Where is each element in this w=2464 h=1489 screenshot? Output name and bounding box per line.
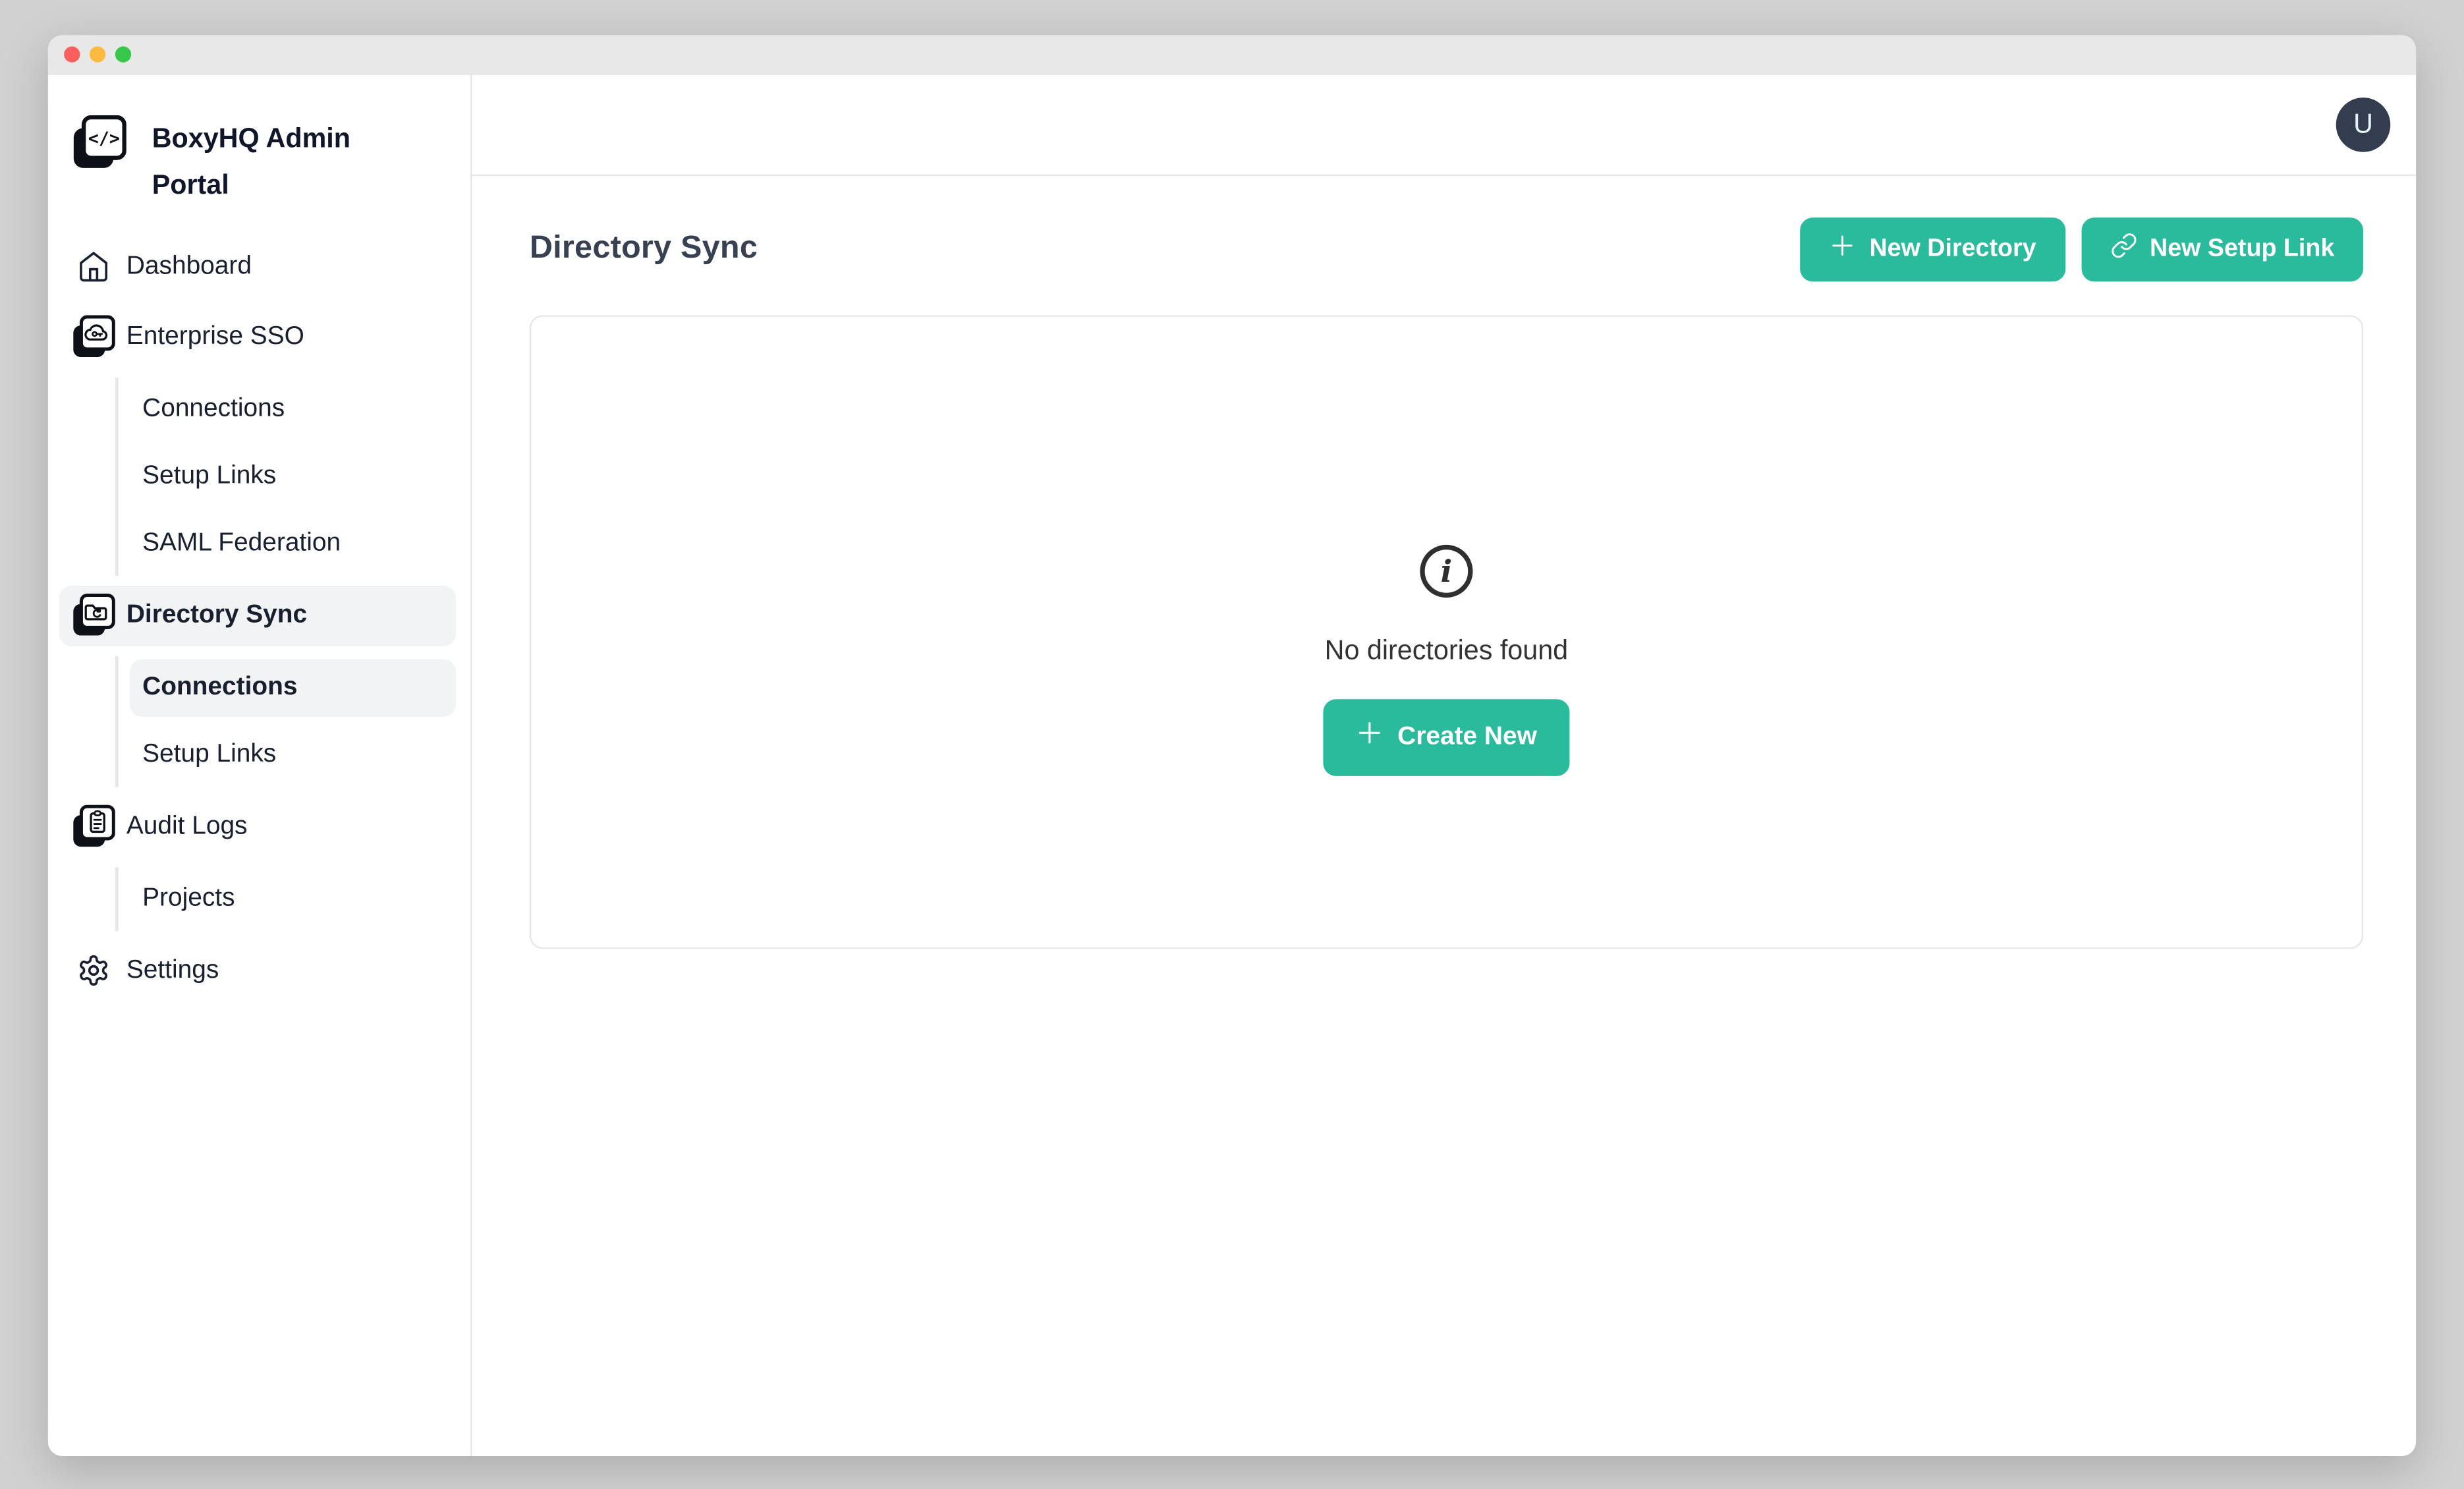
avatar[interactable]: U [2336,97,2391,152]
sidebar: </> BoxyHQ Admin Portal Dashboard [48,74,472,1455]
page-actions: New Directory New Setup Link [1801,217,2363,281]
empty-state-message: No directories found [1325,634,1568,667]
page-title: Directory Sync [530,231,758,267]
sidebar-subgroup-audit-logs: Projects [115,866,456,930]
directory-sync-icon [70,594,115,637]
create-new-button[interactable]: Create New [1324,698,1569,775]
sidebar-item-sso-connections[interactable]: Connections [130,380,456,437]
plus-icon [1830,231,1857,266]
svg-text:i: i [1441,553,1453,588]
sidebar-item-label: Dashboard [126,252,252,281]
sidebar-item-settings[interactable]: Settings [59,940,456,1001]
directories-empty-card: i No directories found Create New [530,314,2363,948]
content: Directory Sync New Directory [472,175,2416,948]
sidebar-item-label: Setup Links [142,462,276,491]
sidebar-nav: Dashboard Enterprise SSO [48,236,470,1001]
sidebar-subgroup-directory-sync: Connections Setup Links [115,655,456,786]
new-directory-label: New Directory [1869,235,2036,264]
page-header: Directory Sync New Directory [530,217,2363,281]
window-titlebar [48,34,2416,74]
window-body: </> BoxyHQ Admin Portal Dashboard [48,74,2416,1455]
sidebar-subgroup-enterprise-sso: Connections Setup Links SAML Federation [115,377,456,575]
svg-text:</>: </> [88,128,120,148]
new-setup-link-button[interactable]: New Setup Link [2081,217,2363,281]
brand[interactable]: </> BoxyHQ Admin Portal [72,115,448,208]
sidebar-item-label: Connections [142,395,285,424]
sidebar-item-dsync-connections[interactable]: Connections [130,658,456,716]
sidebar-item-dsync-setup-links[interactable]: Setup Links [130,725,456,783]
main-area: U Directory Sync New Directory [472,74,2416,1455]
sidebar-item-label: SAML Federation [142,529,341,558]
sidebar-item-label: Settings [126,956,219,985]
topbar: U [472,74,2416,175]
sidebar-item-label: Connections [142,673,297,702]
link-icon [2110,231,2137,266]
info-icon: i [1419,543,1474,605]
minimize-window-button[interactable] [90,46,105,62]
create-new-label: Create New [1397,722,1537,751]
audit-logs-icon [70,805,115,849]
new-setup-link-label: New Setup Link [2150,235,2334,264]
sidebar-item-label: Enterprise SSO [126,322,304,351]
sidebar-item-projects[interactable]: Projects [130,870,456,927]
sidebar-item-directory-sync[interactable]: Directory Sync [59,585,456,646]
sidebar-item-saml-federation[interactable]: SAML Federation [130,515,456,572]
sidebar-item-enterprise-sso[interactable]: Enterprise SSO [59,306,456,367]
sidebar-item-label: Projects [142,884,235,913]
new-directory-button[interactable]: New Directory [1801,217,2065,281]
plus-icon [1356,718,1385,755]
sidebar-item-audit-logs[interactable]: Audit Logs [59,796,456,857]
brand-title: BoxyHQ Admin Portal [152,115,392,208]
app-window: </> BoxyHQ Admin Portal Dashboard [48,34,2416,1455]
maximize-window-button[interactable] [115,46,131,62]
sidebar-item-dashboard[interactable]: Dashboard [59,236,456,296]
sidebar-item-sso-setup-links[interactable]: Setup Links [130,447,456,505]
desktop: </> BoxyHQ Admin Portal Dashboard [0,0,2464,1489]
sidebar-item-label: Setup Links [142,740,276,769]
home-icon [70,250,115,283]
sidebar-item-label: Audit Logs [126,812,248,841]
sso-cloud-key-icon [70,315,115,358]
sidebar-item-label: Directory Sync [126,601,307,630]
close-window-button[interactable] [64,46,80,62]
gear-icon [70,953,115,987]
boxyhq-logo-icon: </> [72,115,126,177]
